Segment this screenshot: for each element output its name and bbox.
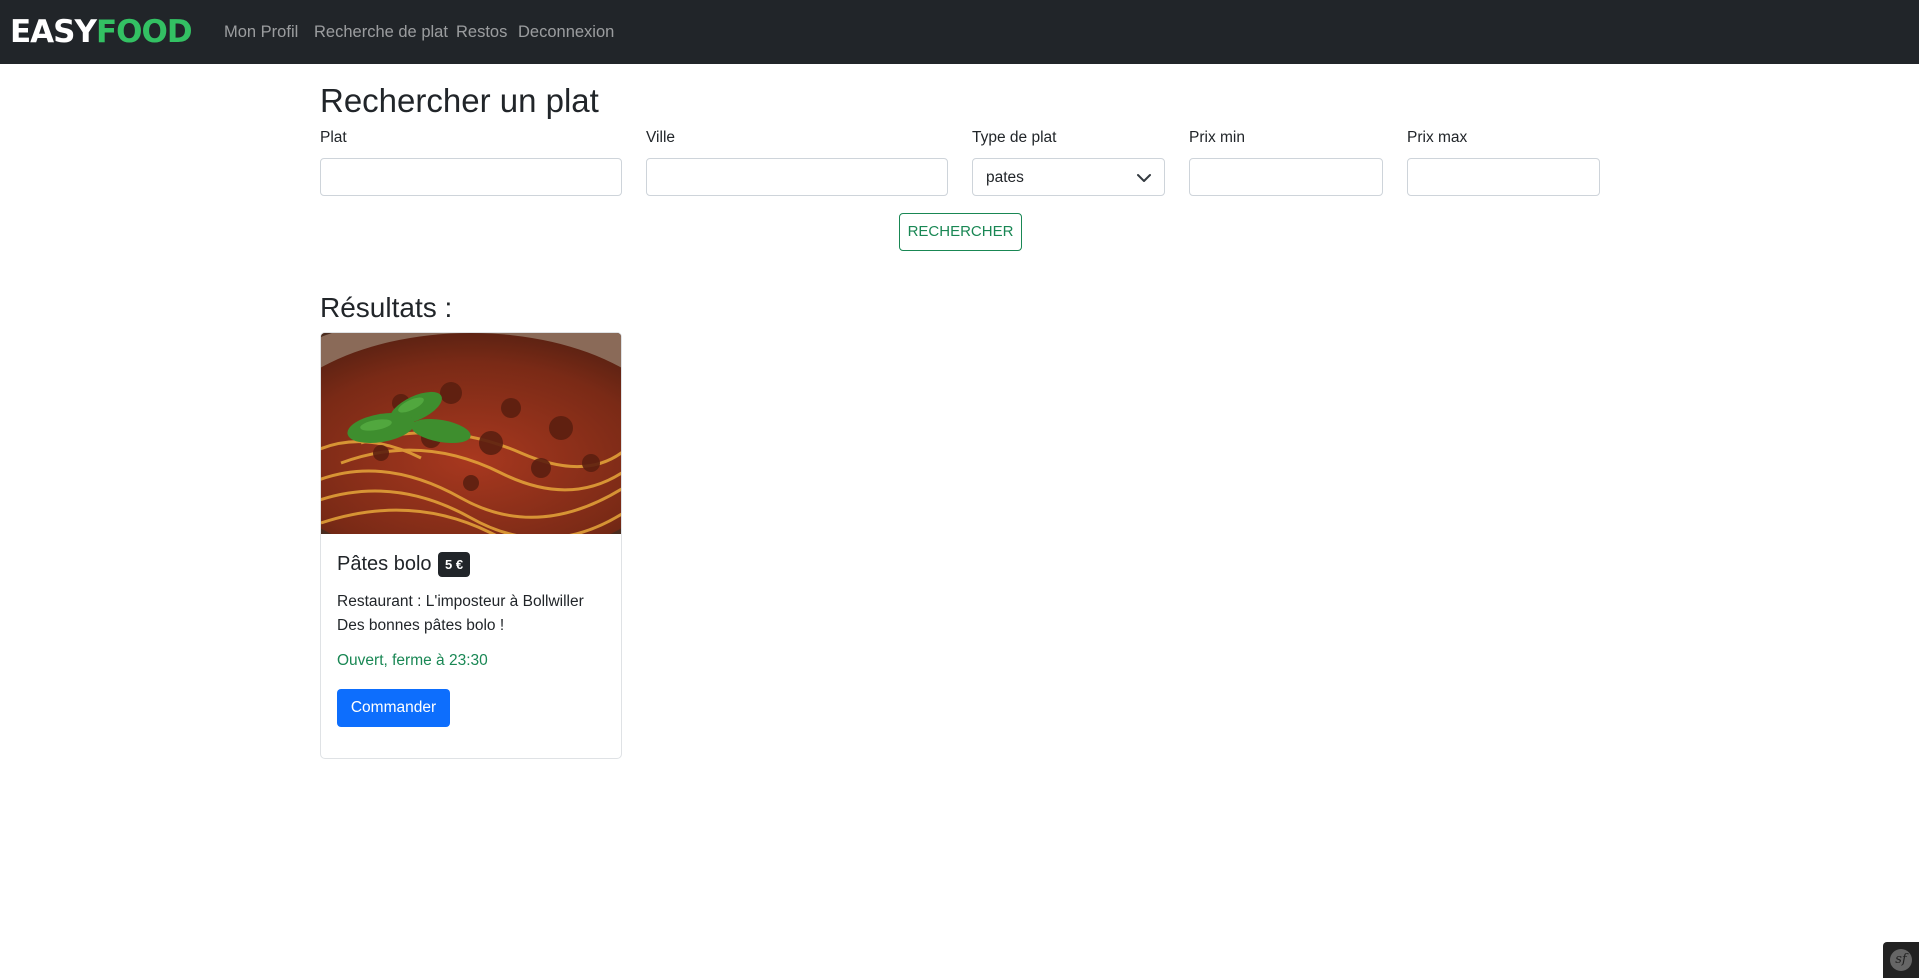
prix-max-label: Prix max	[1407, 129, 1468, 146]
nav-link-deconnexion[interactable]: Deconnexion	[518, 22, 614, 42]
nav-link-mon-profil[interactable]: Mon Profil	[224, 22, 298, 42]
brand-logo[interactable]: EASYFOOD	[10, 14, 193, 50]
brand-word-food: FOOD	[95, 14, 193, 50]
search-button[interactable]: RECHERCHER	[899, 213, 1022, 251]
commander-button[interactable]: Commander	[337, 689, 450, 727]
dish-image	[321, 333, 621, 534]
opening-status: Ouvert, ferme à 23:30	[337, 652, 488, 669]
type-de-plat-selected-value: pates	[986, 169, 1024, 186]
dish-description: Des bonnes pâtes bolo !	[337, 617, 505, 634]
ville-input[interactable]	[646, 158, 948, 196]
symfony-icon: sf	[1890, 949, 1912, 971]
page-title: Rechercher un plat	[320, 82, 599, 119]
plat-label: Plat	[320, 129, 347, 146]
brand-word-easy: EASY	[10, 14, 97, 50]
navbar: EASYFOOD Mon Profil Recherche de plat Re…	[0, 0, 1919, 64]
result-card: Pâtes bolo 5 € Restaurant : L'imposteur …	[320, 332, 622, 759]
restaurant-name: Restaurant : L'imposteur à Bollwiller	[337, 593, 584, 610]
ville-label: Ville	[646, 129, 676, 146]
results-title: Résultats :	[320, 292, 453, 323]
chevron-down-icon	[1137, 174, 1151, 182]
debug-toolbar-toggle[interactable]: sf	[1883, 942, 1919, 978]
price-badge: 5 €	[438, 552, 471, 577]
type-de-plat-label: Type de plat	[972, 129, 1057, 146]
plat-input[interactable]	[320, 158, 622, 196]
prix-max-input[interactable]	[1407, 158, 1600, 196]
dish-name: Pâtes bolo	[337, 553, 432, 575]
prix-min-input[interactable]	[1189, 158, 1383, 196]
nav-link-recherche-de-plat[interactable]: Recherche de plat	[314, 22, 448, 42]
prix-min-label: Prix min	[1189, 129, 1245, 146]
type-de-plat-select[interactable]: pates	[972, 158, 1165, 196]
nav-link-restos[interactable]: Restos	[456, 22, 507, 42]
